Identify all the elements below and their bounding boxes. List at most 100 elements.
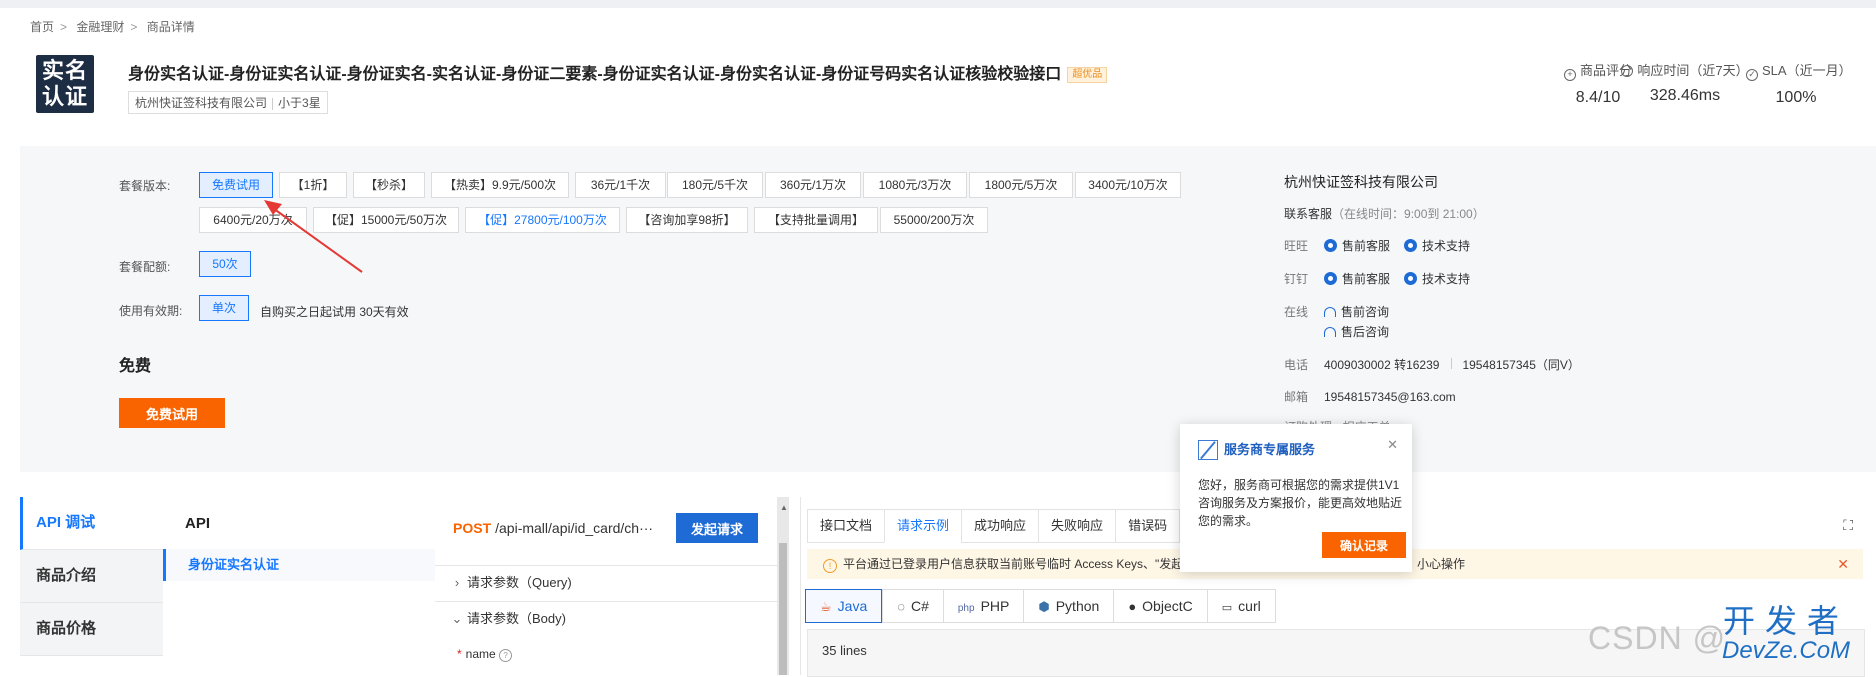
package-option[interactable]: 55000/200万次 [880,207,988,233]
request-line: POST/api-mall/api/id_card/ch··· [453,520,653,536]
tab-error-codes[interactable]: 错误码 [1115,509,1181,543]
send-request-button[interactable]: 发起请求 [676,513,758,543]
scroll-up-icon[interactable]: ▲ [780,503,788,512]
product-logo: 实名 认证 [36,55,94,113]
quota-label: 套餐配额: [119,260,171,274]
package-option[interactable]: 1080元/3万次 [863,172,967,198]
logo-text-1: 实名 [41,58,88,83]
dingding-presale[interactable]: 售前客服 [1324,272,1390,286]
package-option[interactable]: 【咨询加享98折】 [626,207,748,233]
chevron-right-icon: > [130,20,138,34]
fullscreen-icon[interactable]: ⛶ [1843,517,1853,534]
package-option[interactable]: 【热卖】9.9元/500次 [431,172,569,198]
headset-icon [1324,327,1336,337]
vertical-scrollbar[interactable]: ▲ [777,497,789,675]
tab-api-doc[interactable]: 接口文档 [807,509,885,543]
wangwang-icon [1404,239,1418,252]
language-tabs: ☕ Java ◌ C# php PHP ⬢ Python ● ObjectC ▭ curl [805,589,1276,623]
package-option[interactable]: 【促】27800元/100万次 [465,207,620,233]
service-hours: （在线时间：9:00到 21:00） [1332,207,1485,221]
lang-java[interactable]: ☕ Java [805,589,883,623]
package-option[interactable]: 180元/5千次 [667,172,763,198]
company-tag[interactable]: 杭州快证签科技有限公司 小于3星 [128,91,328,114]
wangwang-presale[interactable]: 售前客服 [1324,239,1390,253]
product-title: 身份实名认证-身份证实名认证-身份证实名-实名认证-身份证二要素-身份证实名认证… [128,60,1108,84]
request-url: /api-mall/api/id_card/ch··· [495,520,654,536]
breadcrumb-category[interactable]: 金融理财 [76,20,124,34]
package-option[interactable]: 1800元/5万次 [969,172,1073,198]
company-name[interactable]: 杭州快证签科技有限公司 [135,96,267,110]
package-option[interactable]: 【支持批量调用】 [754,207,878,233]
close-icon[interactable]: ✕ [1837,549,1849,579]
score-icon: + [1564,69,1576,81]
clock-icon [1621,65,1634,77]
popup-title: 服务商专属服务 [1198,439,1315,460]
help-icon[interactable]: ? [499,649,513,662]
phone2: 19548157345（同V） [1462,358,1580,372]
online-presale[interactable]: 售前咨询 [1324,305,1389,319]
validity-option[interactable]: 单次 [199,295,249,321]
product-title-text: 身份实名认证-身份证实名认证-身份证实名-实名认证-身份证二要素-身份证实名认证… [128,66,1062,83]
chevron-right-icon: › [454,575,460,590]
query-params-toggle[interactable]: › 请求参数（Query) [435,565,777,600]
lang-curl[interactable]: ▭ curl [1206,589,1276,623]
price: 免费 [119,358,152,375]
popup-text: 您好，服务商可根据您的需求提供1V1咨询服务及方案报价，能更高效地贴近您的需求。 [1198,478,1403,528]
headset-icon [1324,307,1336,317]
apple-icon: ● [1128,599,1137,614]
package-option[interactable]: 360元/1万次 [765,172,861,198]
tab-request-example[interactable]: 请求示例 [884,509,962,543]
quota-option[interactable]: 50次 [199,251,251,277]
metric-response: 响应时间（近7天） 328.46ms [1612,60,1758,105]
lang-python[interactable]: ⬢ Python [1023,589,1114,623]
close-icon[interactable]: ✕ [1387,437,1398,453]
phone: 4009030002 转16239 [1324,358,1440,372]
package-option[interactable]: 36元/1千次 [575,172,666,198]
left-nav: API 调试 商品介绍 商品价格 [20,497,163,656]
notice-text: 平台通过已登录用户信息获取当前账号临时 Access Keys、"发起 [843,557,1184,571]
lang-csharp[interactable]: ◌ C# [882,589,943,623]
check-circle-icon: ✓ [1746,69,1758,81]
validity-label: 使用有效期: [119,304,183,318]
lang-php[interactable]: php PHP [942,589,1024,623]
online-aftersale[interactable]: 售后咨询 [1324,325,1389,339]
nav-api-debug[interactable]: API 调试 [20,497,163,550]
seller-company[interactable]: 杭州快证签科技有限公司 [1284,172,1438,192]
wangwang-icon [1324,239,1337,252]
php-icon: php [957,603,975,614]
confirm-record-button[interactable]: 确认记录 [1322,532,1406,558]
terminal-icon: ▭ [1221,602,1233,614]
dingding-tech[interactable]: 技术支持 [1404,272,1470,286]
metric-sla: ✓ SLA（近一月） 100% [1746,60,1852,107]
lang-objectc[interactable]: ● ObjectC [1113,589,1207,623]
breadcrumb-home[interactable]: 首页 [30,20,54,34]
java-icon: ☕ [820,599,832,614]
nav-product-intro[interactable]: 商品介绍 [20,550,163,603]
breadcrumb: 首页 > 金融理财 > 商品详情 [30,18,201,35]
warning-icon: ! [823,559,837,573]
api-item-idcard[interactable]: 身份证实名认证 [163,549,435,581]
chevron-down-icon: ⌄ [451,611,463,626]
validity-text: 自购买之日起试用 30天有效 [260,305,409,319]
scrollbar-thumb[interactable] [779,543,787,675]
free-trial-button[interactable]: 免费试用 [119,398,225,428]
tab-success-response[interactable]: 成功响应 [961,509,1039,543]
api-list: API 身份证实名认证 [163,497,435,581]
dingtalk-icon [1404,272,1418,285]
dingtalk-icon [1324,272,1337,285]
http-method: POST [453,520,492,536]
tab-fail-response[interactable]: 失败响应 [1038,509,1116,543]
notice-tail: 小心操作 [1417,557,1466,571]
super-badge: 超优品 [1067,66,1108,83]
breadcrumb-current: 商品详情 [146,20,195,34]
doc-tabs: 接口文档 请求示例 成功响应 失败响应 错误码 [807,509,1181,543]
nav-product-price[interactable]: 商品价格 [20,603,163,656]
service-popup: 服务商专属服务 ✕ 您好，服务商可根据您的需求提供1V1咨询服务及方案报价，能更… [1180,424,1412,572]
logo-text-2: 认证 [41,84,88,109]
package-option[interactable]: 3400元/10万次 [1075,172,1181,198]
top-band [0,0,1876,8]
metric-response-value: 328.46ms [1649,87,1721,104]
devze-watermark: 开发者 DevZe.CoM [1722,603,1851,664]
body-params-toggle[interactable]: ⌄ 请求参数（Body) [435,601,777,636]
wangwang-tech[interactable]: 技术支持 [1404,239,1470,253]
